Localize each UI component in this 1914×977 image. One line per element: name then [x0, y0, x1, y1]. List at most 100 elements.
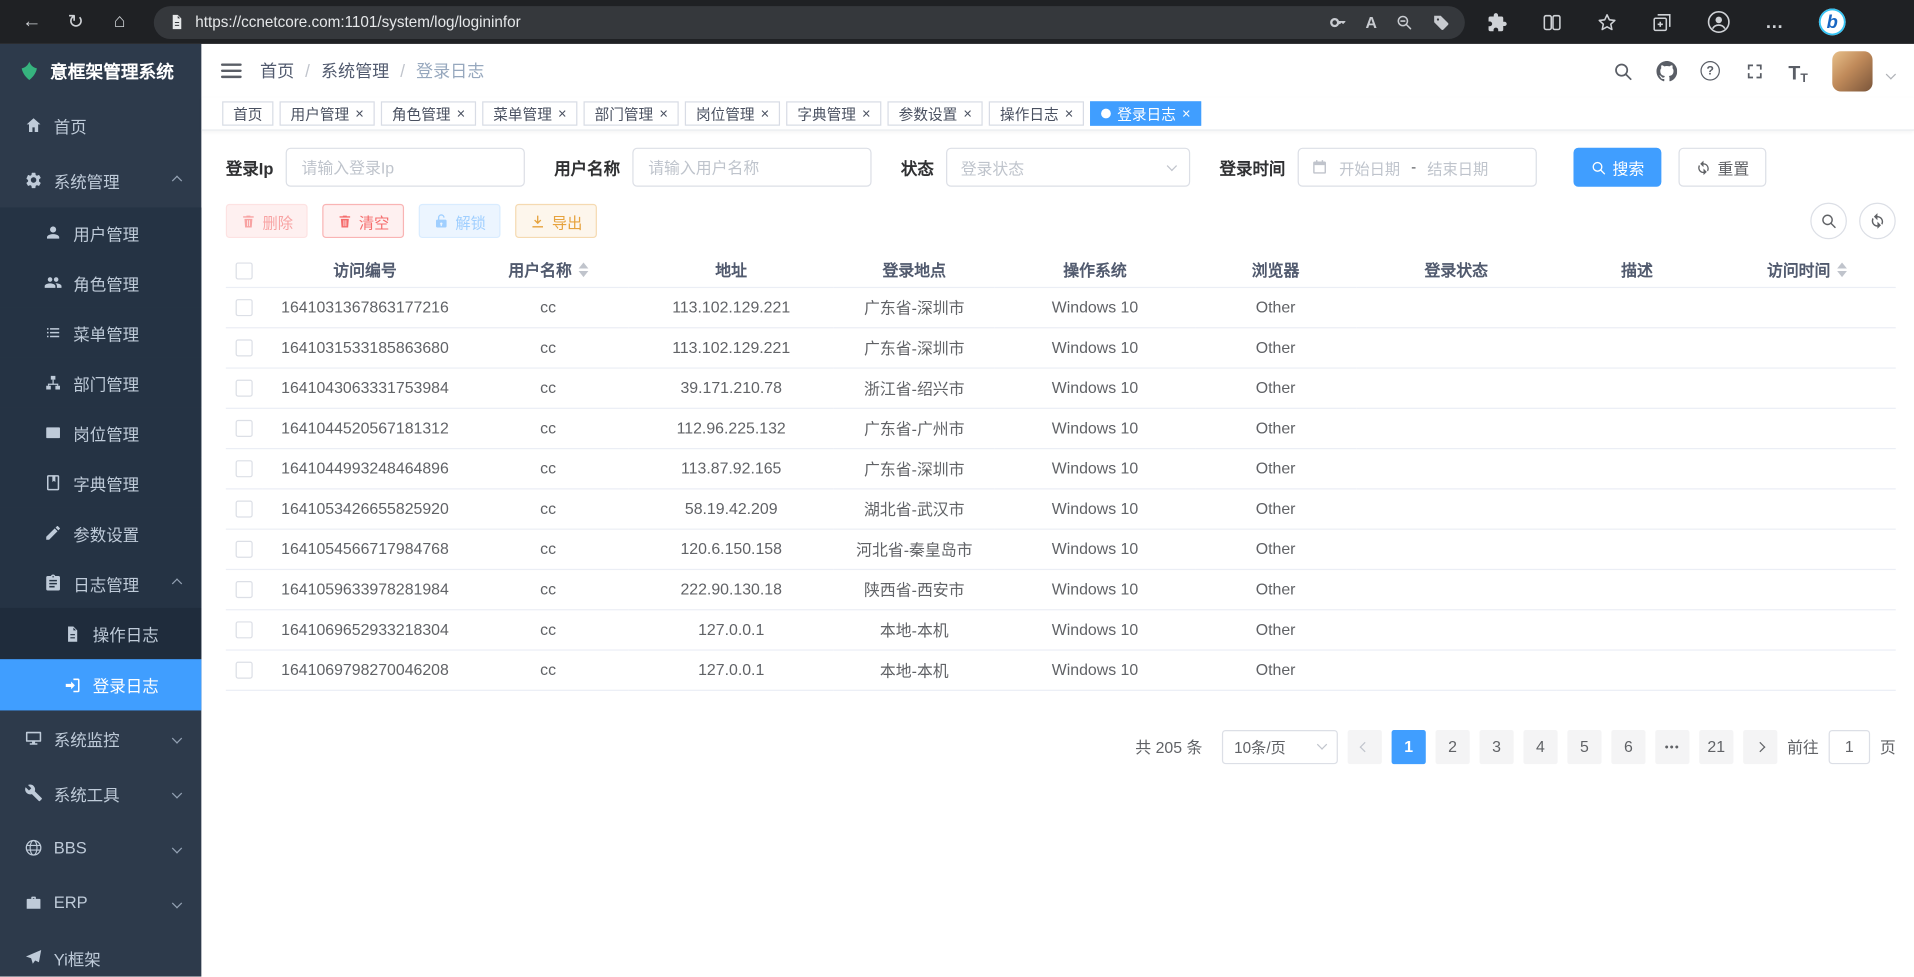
back-icon[interactable]: ← — [15, 5, 49, 39]
zoom-out-icon[interactable] — [1395, 13, 1413, 31]
breadcrumb-home[interactable]: 首页 — [260, 59, 294, 83]
sidebar-item-param-settings[interactable]: 参数设置 — [0, 508, 201, 558]
close-icon[interactable]: × — [1065, 106, 1074, 121]
close-icon[interactable]: × — [862, 106, 871, 121]
key-icon[interactable] — [1329, 13, 1347, 31]
tab-operation-log[interactable]: 操作日志× — [989, 101, 1084, 125]
read-aloud-icon[interactable]: A — [1365, 13, 1376, 31]
row-checkbox[interactable] — [236, 380, 253, 397]
page-button-1[interactable]: 1 — [1392, 729, 1426, 763]
col-header-user[interactable]: 用户名称 — [468, 253, 629, 287]
tab-dept-mgmt[interactable]: 部门管理× — [584, 101, 679, 125]
prev-page-button[interactable] — [1348, 729, 1382, 763]
next-page-button[interactable] — [1743, 729, 1777, 763]
shopping-tag-icon[interactable] — [1432, 13, 1450, 31]
url-text[interactable]: https://ccnetcore.com:1101/system/log/lo… — [195, 13, 1310, 30]
github-icon[interactable] — [1652, 56, 1681, 85]
close-icon[interactable]: × — [558, 106, 567, 121]
username-input[interactable] — [632, 148, 871, 187]
sidebar-item-system-mgmt[interactable]: 系统管理 — [0, 153, 201, 208]
col-header-time[interactable]: 访问时间 — [1718, 253, 1896, 287]
page-button-3[interactable]: 3 — [1479, 729, 1513, 763]
sidebar-item-bbs[interactable]: BBS — [0, 820, 201, 875]
browser-home-icon[interactable]: ⌂ — [103, 5, 137, 39]
sidebar-item-log-mgmt[interactable]: 日志管理 — [0, 558, 201, 608]
row-checkbox[interactable] — [236, 340, 253, 357]
sidebar-item-tools[interactable]: 系统工具 — [0, 765, 201, 820]
login-ip-input[interactable] — [286, 148, 525, 187]
reload-icon[interactable]: ↻ — [59, 5, 93, 39]
sidebar-item-erp[interactable]: ERP — [0, 875, 201, 930]
fullscreen-icon[interactable] — [1739, 56, 1768, 85]
page-button-5[interactable]: 5 — [1567, 729, 1601, 763]
date-range-picker[interactable]: 开始日期 - 结束日期 — [1298, 148, 1537, 187]
table-row[interactable]: 1641059633978281984 cc 222.90.130.18 陕西省… — [226, 569, 1896, 609]
tab-role-mgmt[interactable]: 角色管理× — [381, 101, 476, 125]
sort-caret-icon[interactable] — [578, 262, 588, 277]
close-icon[interactable]: × — [355, 106, 364, 121]
table-row[interactable]: 1641069652933218304 cc 127.0.0.1 本地-本机 W… — [226, 609, 1896, 649]
sort-caret-icon[interactable] — [1837, 262, 1847, 277]
row-checkbox[interactable] — [236, 662, 253, 679]
table-row[interactable]: 1641053426655825920 cc 58.19.42.209 湖北省-… — [226, 488, 1896, 528]
close-icon[interactable]: × — [457, 106, 466, 121]
extensions-icon[interactable] — [1487, 12, 1508, 33]
close-icon[interactable]: × — [1182, 106, 1191, 121]
favorites-icon[interactable] — [1597, 12, 1618, 33]
reset-button[interactable]: 重置 — [1678, 148, 1766, 187]
tab-login-log[interactable]: 登录日志× — [1090, 101, 1201, 125]
table-row[interactable]: 1641044993248464896 cc 113.87.92.165 广东省… — [226, 448, 1896, 488]
row-checkbox[interactable] — [236, 461, 253, 478]
sidebar-item-yi-framework[interactable]: Yi框架 — [0, 930, 201, 976]
sidebar-item-dept-mgmt[interactable]: 部门管理 — [0, 358, 201, 408]
page-button-2[interactable]: 2 — [1436, 729, 1470, 763]
table-row[interactable]: 1641054566717984768 cc 120.6.150.158 河北省… — [226, 529, 1896, 569]
breadcrumb-system-mgmt[interactable]: 系统管理 — [321, 59, 389, 83]
row-checkbox[interactable] — [236, 299, 253, 316]
user-avatar[interactable] — [1832, 51, 1872, 91]
more-pages-button[interactable]: ••• — [1655, 729, 1689, 763]
hamburger-icon[interactable] — [221, 60, 242, 82]
font-size-icon[interactable]: TT — [1783, 56, 1812, 85]
sidebar-item-menu-mgmt[interactable]: 菜单管理 — [0, 308, 201, 358]
goto-page-input[interactable] — [1829, 729, 1871, 763]
more-icon[interactable]: … — [1765, 12, 1785, 33]
collections-icon[interactable] — [1652, 12, 1673, 33]
chevron-down-icon[interactable] — [1886, 69, 1896, 79]
tab-param-settings[interactable]: 参数设置× — [888, 101, 983, 125]
page-size-select[interactable]: 10条/页 — [1222, 729, 1338, 763]
sidebar-item-user-mgmt[interactable]: 用户管理 — [0, 208, 201, 258]
row-checkbox[interactable] — [236, 420, 253, 437]
row-checkbox[interactable] — [236, 622, 253, 639]
help-icon[interactable]: ? — [1696, 56, 1725, 85]
sidebar-item-monitor[interactable]: 系统监控 — [0, 710, 201, 765]
tab-home[interactable]: 首页 — [222, 101, 273, 125]
page-button-21[interactable]: 21 — [1699, 729, 1733, 763]
row-checkbox[interactable] — [236, 501, 253, 518]
table-row[interactable]: 1641043063331753984 cc 39.171.210.78 浙江省… — [226, 367, 1896, 407]
export-button[interactable]: 导出 — [515, 204, 597, 238]
split-screen-icon[interactable] — [1542, 12, 1563, 33]
address-bar[interactable]: https://ccnetcore.com:1101/system/log/lo… — [154, 5, 1465, 38]
status-select[interactable]: 登录状态 — [946, 148, 1190, 187]
search-button[interactable]: 搜索 — [1573, 148, 1661, 187]
unlock-button[interactable]: 解锁 — [419, 204, 501, 238]
header-search-icon[interactable] — [1608, 56, 1637, 85]
sidebar-item-post-mgmt[interactable]: 岗位管理 — [0, 408, 201, 458]
toggle-search-button[interactable] — [1810, 203, 1847, 240]
row-checkbox[interactable] — [236, 581, 253, 598]
row-checkbox[interactable] — [236, 541, 253, 558]
sidebar-item-role-mgmt[interactable]: 角色管理 — [0, 258, 201, 308]
table-row[interactable]: 1641031367863177216 cc 113.102.129.221 广… — [226, 287, 1896, 327]
sidebar-item-dict-mgmt[interactable]: 字典管理 — [0, 458, 201, 508]
tab-dict-mgmt[interactable]: 字典管理× — [786, 101, 881, 125]
close-icon[interactable]: × — [761, 106, 770, 121]
bing-icon[interactable]: b — [1819, 9, 1846, 36]
refresh-table-button[interactable] — [1859, 203, 1896, 240]
page-button-4[interactable]: 4 — [1523, 729, 1557, 763]
tab-menu-mgmt[interactable]: 菜单管理× — [482, 101, 577, 125]
profile-icon[interactable] — [1707, 10, 1731, 34]
table-row[interactable]: 1641069798270046208 cc 127.0.0.1 本地-本机 W… — [226, 649, 1896, 689]
page-button-6[interactable]: 6 — [1611, 729, 1645, 763]
sidebar-item-login-log[interactable]: 登录日志 — [0, 659, 201, 710]
